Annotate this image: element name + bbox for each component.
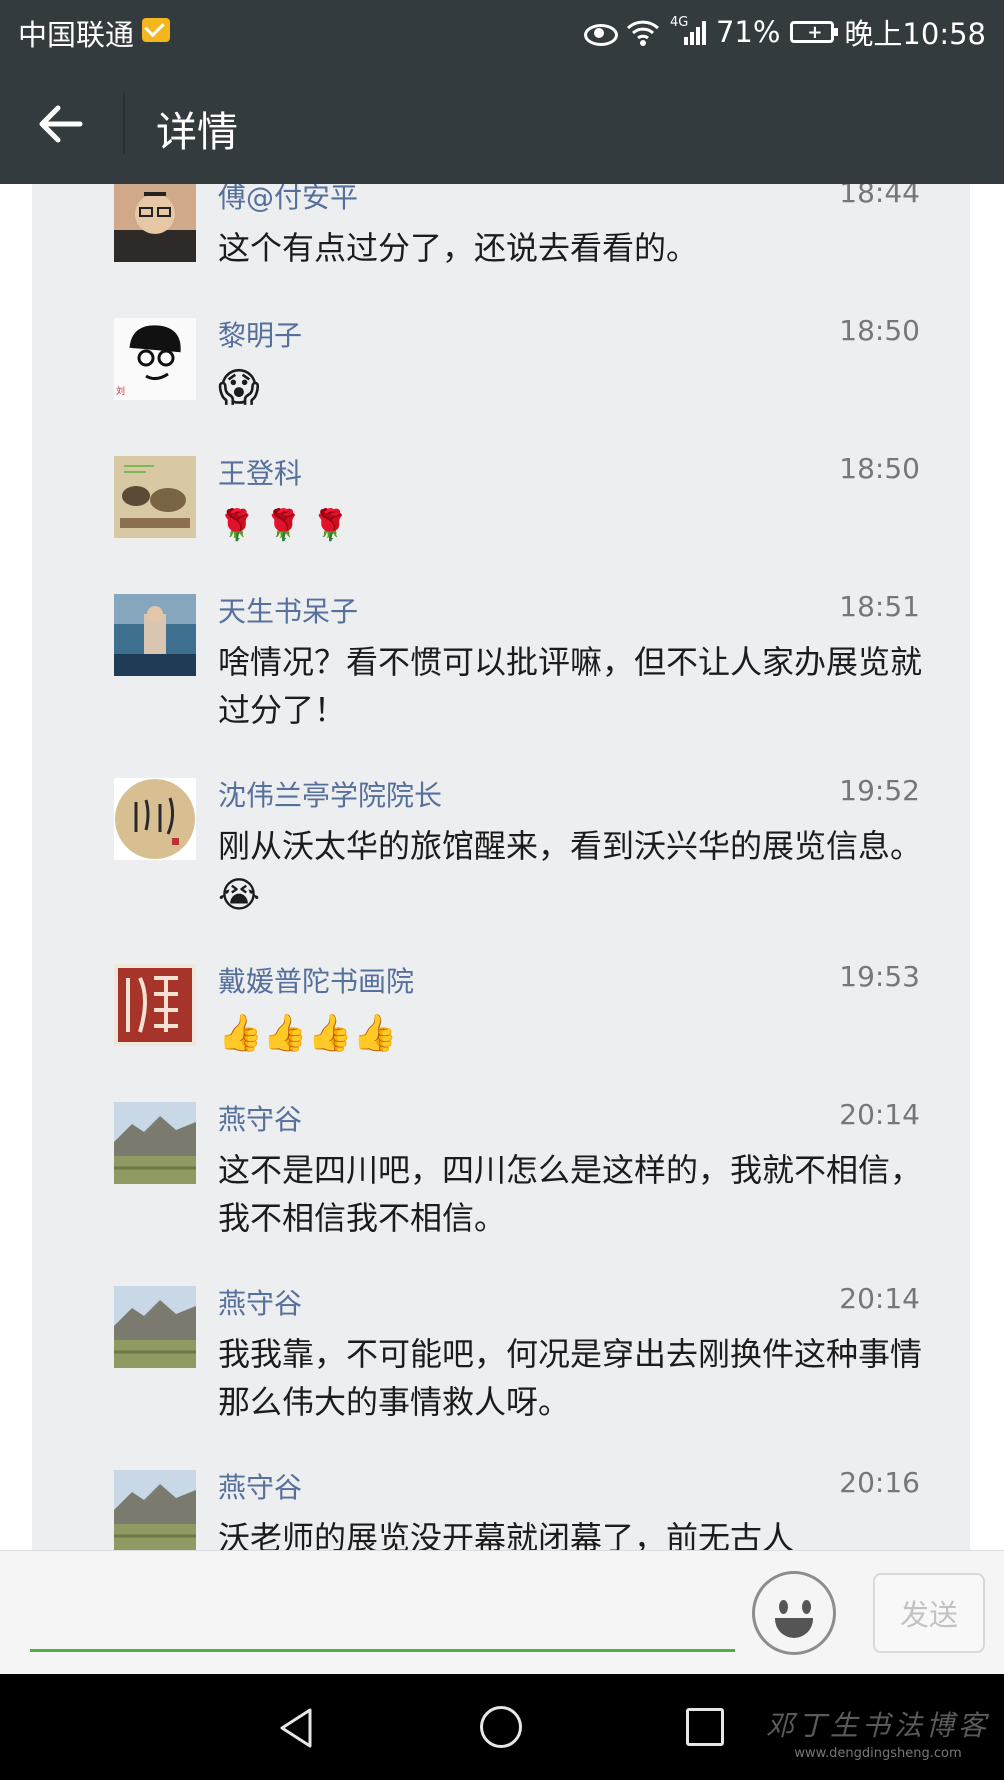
crying-laughing-emoji-icon: 😭 xyxy=(218,875,261,916)
comment-text: 😱 xyxy=(218,362,938,412)
smiley-icon-eye xyxy=(802,1600,811,1614)
comment-time: 18:50 xyxy=(839,314,920,347)
back-arrow-icon[interactable] xyxy=(30,94,90,154)
comment-time: 18:51 xyxy=(839,590,920,623)
rose-emoji-icon: 🌹 🌹 🌹 xyxy=(218,508,350,543)
avatar[interactable] xyxy=(114,456,196,538)
comment-text: 🌹 🌹 🌹 xyxy=(218,500,938,550)
avatar[interactable]: 刘 xyxy=(114,318,196,400)
wifi-icon xyxy=(626,20,659,46)
comment-list[interactable]: 傅@付安平 18:44 这个有点过分了，还说去看看的。 刘 黎明子 18:50 … xyxy=(32,184,970,1550)
scream-emoji-icon: 😱 xyxy=(218,365,260,411)
title-bar: 详情 xyxy=(0,62,1004,184)
commenter-name[interactable]: 戴媛普陀书画院 xyxy=(218,960,414,1000)
battery-charging-icon: + xyxy=(790,21,839,43)
thumbs-up-emoji-icon: 👍👍👍👍 xyxy=(218,1013,398,1054)
comment-input[interactable] xyxy=(30,1565,735,1651)
comment-time: 19:53 xyxy=(839,960,920,993)
commenter-name[interactable]: 黎明子 xyxy=(218,314,302,354)
page-title: 详情 xyxy=(156,108,238,156)
comment-time: 20:14 xyxy=(839,1098,920,1131)
avatar[interactable] xyxy=(114,1286,196,1368)
input-underline xyxy=(30,1649,735,1652)
avatar[interactable] xyxy=(114,594,196,676)
battery-percent: 71% xyxy=(715,15,781,49)
nav-recent-apps-icon[interactable] xyxy=(686,1708,724,1746)
comment-text: 刚从沃太华的旅馆醒来，看到沃兴华的展览信息。 😭 xyxy=(218,822,938,920)
commenter-name[interactable]: 燕守谷 xyxy=(218,1466,302,1506)
eye-comfort-icon xyxy=(583,21,618,46)
comment-text: 我我靠，不可能吧，何况是穿出去刚换件这种事情那么伟大的事情救人呀。 xyxy=(218,1335,923,1421)
svg-text:刘: 刘 xyxy=(116,385,125,397)
comment-time: 20:14 xyxy=(839,1282,920,1315)
smiley-icon-mouth xyxy=(775,1618,813,1638)
commenter-name[interactable]: 天生书呆子 xyxy=(218,590,358,630)
watermark-url: www.dengdingsheng.com xyxy=(794,1746,962,1761)
title-divider xyxy=(123,92,125,154)
commenter-name[interactable]: 王登科 xyxy=(218,452,302,492)
commenter-name[interactable]: 傅@付安平 xyxy=(218,184,358,216)
comment-text: 沃老师的展览没开幕就闭幕了，前无古人 xyxy=(218,1519,795,1550)
comment-time: 18:44 xyxy=(839,184,920,209)
comment-time: 18:50 xyxy=(839,452,920,485)
message-notification-icon xyxy=(142,18,170,42)
comment-input-bar: 发送 xyxy=(0,1550,1004,1674)
nav-back-icon[interactable] xyxy=(276,1706,316,1750)
avatar[interactable] xyxy=(114,778,196,860)
commenter-name[interactable]: 燕守谷 xyxy=(218,1282,302,1322)
smiley-icon xyxy=(779,1600,788,1614)
nav-home-icon[interactable] xyxy=(480,1706,522,1748)
cellular-signal-icon: 4G xyxy=(670,15,706,45)
comment-text: 啥情况？看不惯可以批评嘛，但不让人家办展览就过分了！ xyxy=(218,643,923,729)
comment-time: 19:52 xyxy=(839,774,920,807)
status-bar: 中国联通 4G 71% + 晚上10:58 xyxy=(0,0,1004,62)
comment-text-content: 刚从沃太华的旅馆醒来，看到沃兴华的展览信息。 xyxy=(218,827,923,865)
watermark-title: 邓丁生书法博客 xyxy=(765,1709,990,1742)
clock: 晚上10:58 xyxy=(844,17,986,51)
commenter-name[interactable]: 沈伟兰亭学院院长 xyxy=(218,774,442,814)
avatar[interactable] xyxy=(114,184,196,262)
comment-time: 20:16 xyxy=(839,1466,920,1499)
comment-text: 👍👍👍👍 xyxy=(218,1008,938,1058)
system-navigation-bar: 邓丁生书法博客 www.dengdingsheng.com xyxy=(0,1674,1004,1780)
send-button[interactable]: 发送 xyxy=(873,1573,985,1653)
avatar[interactable] xyxy=(114,1102,196,1184)
comment-text: 这不是四川吧，四川怎么是这样的，我就不相信，我不相信我不相信。 xyxy=(218,1151,923,1237)
comment-text: 这个有点过分了，还说去看看的。 xyxy=(218,229,699,267)
commenter-name[interactable]: 燕守谷 xyxy=(218,1098,302,1138)
carrier-label: 中国联通 xyxy=(18,18,135,52)
network-type-label: 4G xyxy=(669,15,689,30)
avatar[interactable] xyxy=(114,964,196,1046)
watermark: 邓丁生书法博客 www.dengdingsheng.com xyxy=(766,1704,990,1761)
status-icons: 4G 71% + 晚上10:58 xyxy=(583,10,986,54)
emoji-button[interactable] xyxy=(752,1571,836,1655)
avatar[interactable] xyxy=(114,1470,196,1550)
